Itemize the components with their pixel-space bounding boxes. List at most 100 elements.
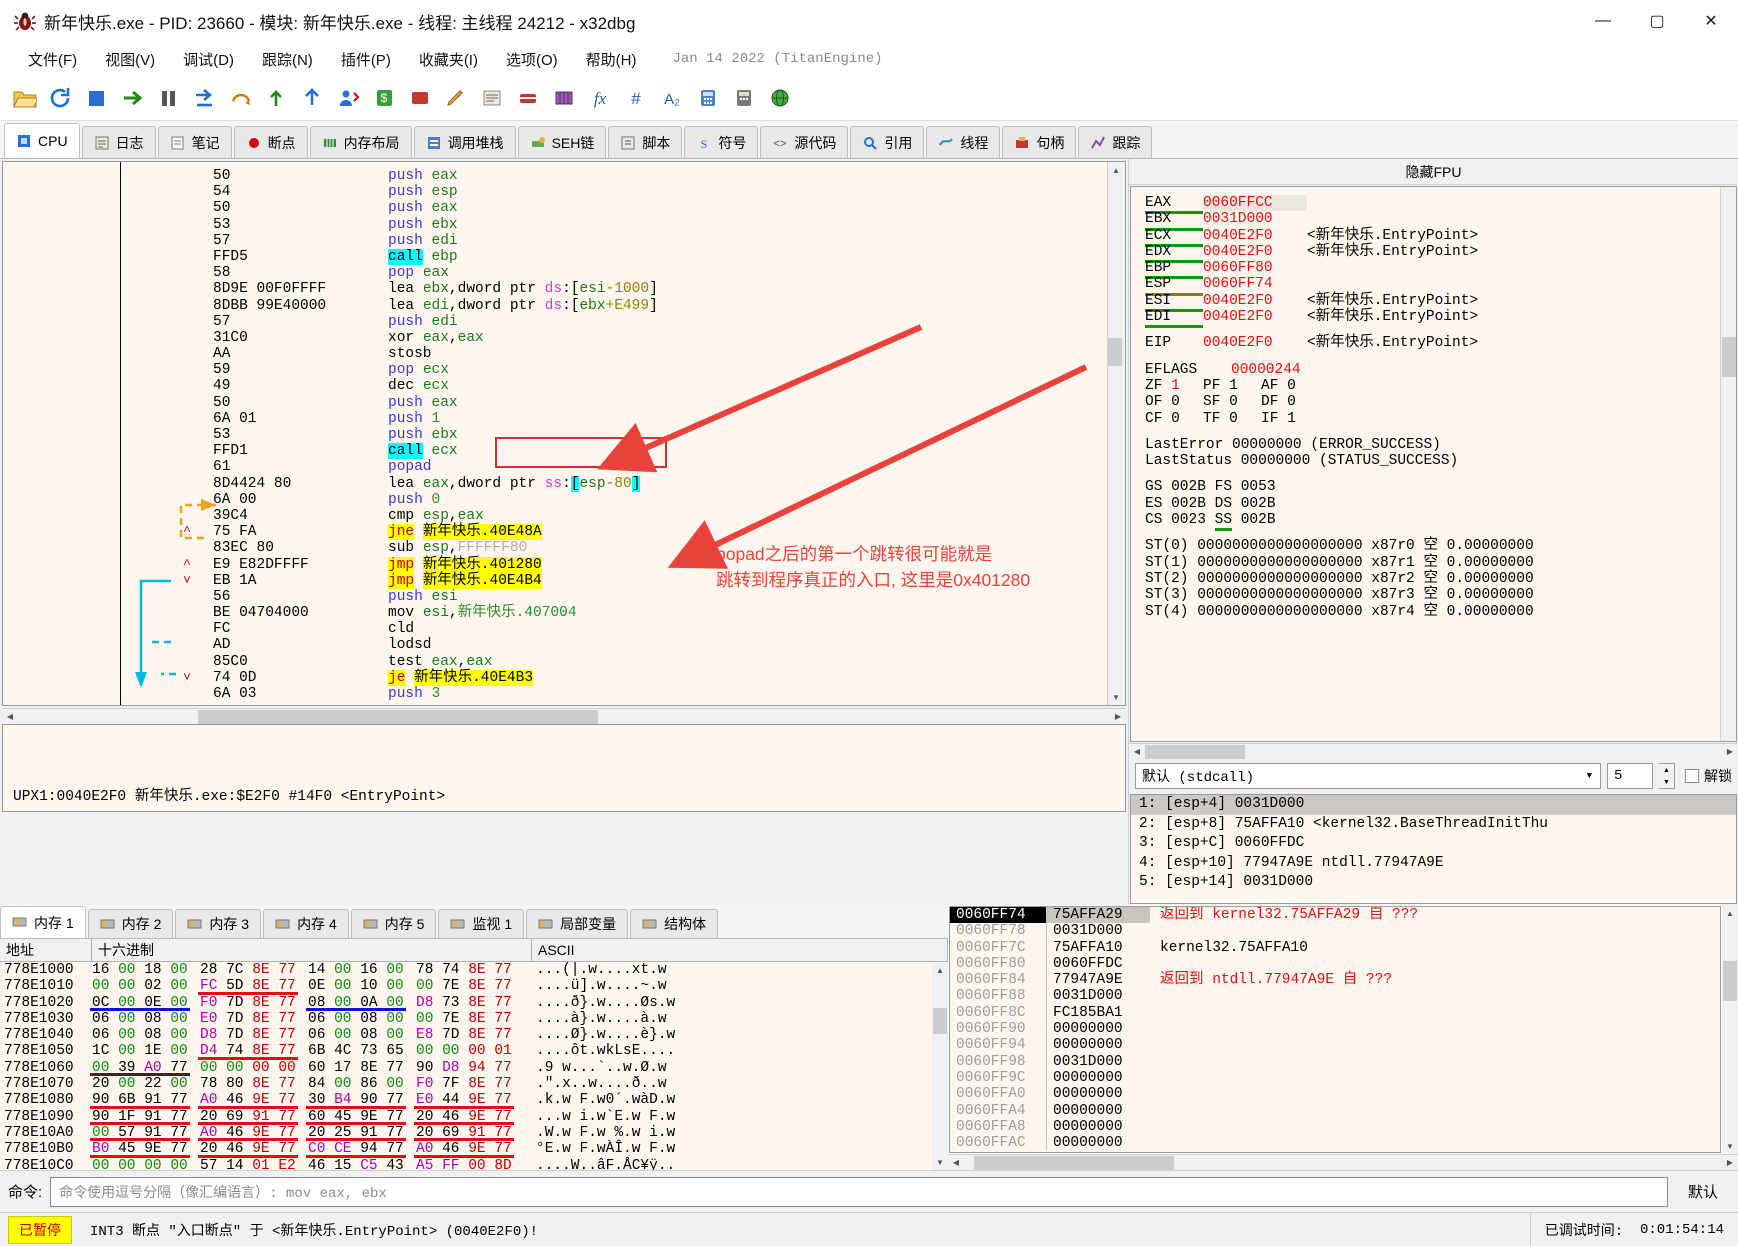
last-error-row[interactable]: LastError 00000000 (ERROR_SUCCESS): [1145, 437, 1736, 453]
chevron-down-icon[interactable]: ▼: [1587, 771, 1592, 781]
scroll-down-icon[interactable]: ▼: [932, 1154, 948, 1170]
dump-row[interactable]: 778E10A000 57 91 77A0 46 9E 7720 25 91 7…: [0, 1125, 932, 1141]
menu-favourites[interactable]: 收藏夹(I): [405, 47, 492, 72]
disassembly-row[interactable]: 0040E4A285C0test eax,eax: [121, 654, 1107, 670]
flag-zf[interactable]: ZF 1: [1145, 378, 1203, 394]
disassembly-row[interactable]: 0040E4868D4424 80lea eax,dword ptr ss:[e…: [121, 476, 1107, 492]
stack-arg-row[interactable]: 3: [esp+C] 0060FFDC: [1131, 834, 1736, 854]
stack-row[interactable]: 0060FF7475AFFA29返回到 kernel32.75AFFA29 自 …: [950, 907, 1720, 923]
stack-vscrollbar[interactable]: ▲ ▼: [1722, 905, 1738, 1154]
flag-pf[interactable]: PF 1: [1203, 378, 1261, 394]
dump-col-hex[interactable]: 十六进制: [92, 939, 532, 961]
stepper-up-icon[interactable]: ▲: [1659, 764, 1674, 776]
disassembly-row[interactable]: 0040E47E49dec ecx: [121, 378, 1107, 394]
flag-cf[interactable]: CF 0: [1145, 411, 1203, 427]
tab-cpu[interactable]: CPU: [4, 123, 80, 158]
scroll-left-icon[interactable]: ◀: [1129, 744, 1145, 760]
menu-file[interactable]: 文件(F): [14, 47, 91, 72]
open-icon[interactable]: [8, 81, 42, 115]
minimize-button[interactable]: —: [1576, 0, 1630, 42]
eflags-row[interactable]: EFLAGS00000244: [1145, 362, 1736, 378]
menu-trace[interactable]: 跟踪(N): [248, 47, 327, 72]
fpu-row[interactable]: ST(1) 0000000000000000000 x87r1 空 0.0000…: [1145, 555, 1736, 571]
segment-row[interactable]: ES 002B DS 002B: [1145, 496, 1736, 512]
pencil-icon[interactable]: [440, 81, 474, 115]
dump-vscrollbar[interactable]: ▲ ▼: [932, 962, 948, 1170]
breakpoints-icon[interactable]: [404, 81, 438, 115]
tab-call-stack[interactable]: 调用堆栈: [414, 126, 516, 158]
close-button[interactable]: ✕: [1684, 0, 1738, 42]
stack-row[interactable]: 0060FF8CFC185BA1: [950, 1005, 1720, 1021]
flag-if[interactable]: IF 1: [1261, 411, 1319, 427]
stack-arg-row[interactable]: 5: [esp+14] 0031D000: [1131, 873, 1736, 893]
register-row-ecx[interactable]: ECX0040E2F0<新年快乐.EntryPoint>: [1145, 228, 1736, 244]
scroll-right-icon[interactable]: ▶: [1722, 744, 1738, 760]
scroll-left-icon[interactable]: ◀: [948, 1155, 964, 1171]
tab-breakpoints[interactable]: 断点: [234, 126, 308, 158]
dump-col-address[interactable]: 地址: [0, 939, 92, 961]
calc2-icon[interactable]: [728, 81, 762, 115]
menu-help[interactable]: 帮助(H): [572, 47, 651, 72]
dump-tab-监视-1[interactable]: 监视 1: [438, 909, 524, 938]
disassembly-row[interactable]: 0040E49BBE 04704000mov esi,新年快乐.407004: [121, 605, 1107, 621]
log-icon[interactable]: [476, 81, 510, 115]
run-to-cursor-icon[interactable]: $: [368, 81, 402, 115]
maximize-button[interactable]: ▢: [1630, 0, 1684, 42]
dump-hex-view[interactable]: 778E100016 00 18 0028 7C 8E 7714 00 16 0…: [0, 962, 932, 1170]
run-icon[interactable]: [116, 81, 150, 115]
menu-debug[interactable]: 调试(D): [169, 47, 248, 72]
scroll-left-icon[interactable]: ◀: [2, 709, 18, 725]
disassembly-row[interactable]: 0040E48E^75 FAjne 新年快乐.40E48A: [121, 524, 1107, 540]
register-value[interactable]: 0040E2F0: [1203, 228, 1307, 244]
stack-row[interactable]: 0060FF7C75AFFA10kernel32.75AFFA10: [950, 940, 1720, 956]
flag-of[interactable]: OF 0: [1145, 394, 1203, 410]
tab-seh-chain[interactable]: SEH链: [518, 126, 607, 158]
stack-view[interactable]: 0060FF7475AFFA29返回到 kernel32.75AFFA29 自 …: [949, 906, 1721, 1153]
dump-row[interactable]: 778E106000 39 A0 7700 00 00 0060 17 8E 7…: [0, 1060, 932, 1076]
disassembly-row[interactable]: 0040E47CAAstosb: [121, 346, 1107, 362]
register-value[interactable]: 0031D000: [1203, 211, 1307, 227]
register-value[interactable]: 0040E2F0: [1203, 309, 1307, 325]
scroll-track-h[interactable]: [1145, 745, 1722, 759]
dump-tab-内存-1[interactable]: 内存 1: [0, 906, 86, 938]
disassembly-row[interactable]: 0040E48253push ebx: [121, 427, 1107, 443]
dump-tab-内存-3[interactable]: 内存 3: [175, 909, 261, 938]
checkbox-box[interactable]: [1685, 769, 1699, 783]
tab-threads[interactable]: 线程: [926, 126, 1000, 158]
step-into-icon[interactable]: [188, 81, 222, 115]
tab-memory-map[interactable]: 内存布局: [310, 126, 412, 158]
disassembly-row[interactable]: 0040E4806A 01push 1: [121, 411, 1107, 427]
scroll-up-icon[interactable]: ▲: [1108, 162, 1124, 178]
text-icon[interactable]: A₂: [656, 81, 690, 115]
scroll-thumb[interactable]: [1108, 338, 1122, 366]
stack-row[interactable]: 0060FF800060FFDC: [950, 956, 1720, 972]
command-input[interactable]: 命令使用逗号分隔（像汇编语言）: mov eax, ebx: [50, 1177, 1668, 1207]
dump-tab-内存-5[interactable]: 内存 5: [351, 909, 437, 938]
step-over-icon[interactable]: [224, 81, 258, 115]
stack-arg-row[interactable]: 2: [esp+8] 75AFFA10 <kernel32.BaseThread…: [1131, 815, 1736, 835]
calling-convention-select[interactable]: 默认 (stdcall) ▼: [1135, 763, 1601, 789]
disassembly-hscrollbar[interactable]: ◀ ▶: [2, 708, 1126, 724]
register-row-esi[interactable]: ESI0040E2F0<新年快乐.EntryPoint>: [1145, 293, 1736, 309]
dump-row[interactable]: 778E108090 6B 91 77A0 46 9E 7730 B4 90 7…: [0, 1092, 932, 1108]
tab-references[interactable]: 引用: [850, 126, 924, 158]
stack-row[interactable]: 0060FF780031D000: [950, 923, 1720, 939]
flag-tf[interactable]: TF 0: [1203, 411, 1261, 427]
eflags-value[interactable]: 00000244: [1231, 362, 1335, 378]
register-row-eax[interactable]: EAX0060FFCC: [1145, 195, 1736, 211]
segment-row[interactable]: CS 0023 SS 002B: [1145, 512, 1736, 528]
fpu-row[interactable]: ST(2) 0000000000000000000 x87r2 空 0.0000…: [1145, 571, 1736, 587]
scroll-track-h[interactable]: [964, 1156, 1722, 1170]
disassembly-row[interactable]: 0040E46654push esp: [121, 184, 1107, 200]
scroll-track[interactable]: [933, 978, 947, 1154]
segment-row[interactable]: GS 002B FS 0053: [1145, 479, 1736, 495]
disassembly-row[interactable]: 0040E47A31C0xor eax,eax: [121, 330, 1107, 346]
disassembly-row[interactable]: 0040E46957push edi: [121, 233, 1107, 249]
dump-row[interactable]: 778E10200C 00 0E 00F0 7D 8E 7708 00 0A 0…: [0, 995, 932, 1011]
fpu-row[interactable]: ST(0) 0000000000000000000 x87r0 空 0.0000…: [1145, 538, 1736, 554]
tab-source[interactable]: <> 源代码: [760, 126, 848, 158]
menu-view[interactable]: 视图(V): [91, 47, 169, 72]
stack-row[interactable]: 0060FF8477947A9E返回到 ntdll.77947A9E 自 ???: [950, 972, 1720, 988]
scroll-right-icon[interactable]: ▶: [1110, 709, 1126, 725]
disassembly-row[interactable]: 0040E46C58pop eax: [121, 265, 1107, 281]
